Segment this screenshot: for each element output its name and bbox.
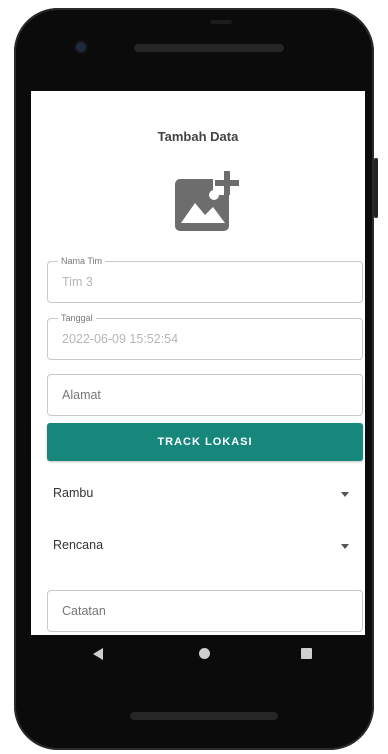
caret-down-icon bbox=[341, 544, 349, 549]
app-screen: Tambah Data Nama Tim Tim 3 Tanggal 2022-… bbox=[31, 91, 365, 635]
nama-tim-label: Nama Tim bbox=[58, 255, 106, 267]
earpiece-speaker bbox=[134, 44, 284, 52]
catatan-placeholder: Catatan bbox=[62, 604, 106, 618]
alamat-placeholder: Alamat bbox=[62, 388, 101, 402]
front-camera bbox=[76, 42, 86, 52]
nama-tim-value: Tim 3 bbox=[62, 275, 93, 289]
tanggal-value: 2022-06-09 15:52:54 bbox=[62, 332, 179, 346]
caret-down-icon bbox=[341, 492, 349, 497]
catatan-input[interactable]: Catatan bbox=[47, 590, 363, 632]
phone-side-button bbox=[374, 158, 378, 218]
tanggal-field[interactable]: Tanggal 2022-06-09 15:52:54 bbox=[47, 312, 363, 360]
rambu-dropdown[interactable]: Rambu bbox=[53, 482, 353, 506]
rambu-selected-value: Rambu bbox=[53, 486, 94, 500]
back-triangle-icon[interactable] bbox=[93, 648, 103, 660]
alamat-input[interactable]: Alamat bbox=[47, 374, 363, 416]
rencana-selected-value: Rencana bbox=[53, 538, 104, 552]
rencana-dropdown[interactable]: Rencana bbox=[53, 534, 353, 558]
bottom-speaker bbox=[130, 712, 278, 720]
nama-tim-field[interactable]: Nama Tim Tim 3 bbox=[47, 255, 363, 303]
home-circle-icon[interactable] bbox=[199, 648, 210, 659]
add-photo-icon[interactable] bbox=[173, 167, 243, 233]
recent-square-icon[interactable] bbox=[301, 648, 312, 659]
track-lokasi-button[interactable]: TRACK LOKASI bbox=[47, 423, 363, 461]
tanggal-label: Tanggal bbox=[58, 312, 96, 324]
top-notch bbox=[210, 20, 232, 24]
page-title: Tambah Data bbox=[157, 129, 239, 144]
system-navigation-bar bbox=[31, 635, 365, 675]
